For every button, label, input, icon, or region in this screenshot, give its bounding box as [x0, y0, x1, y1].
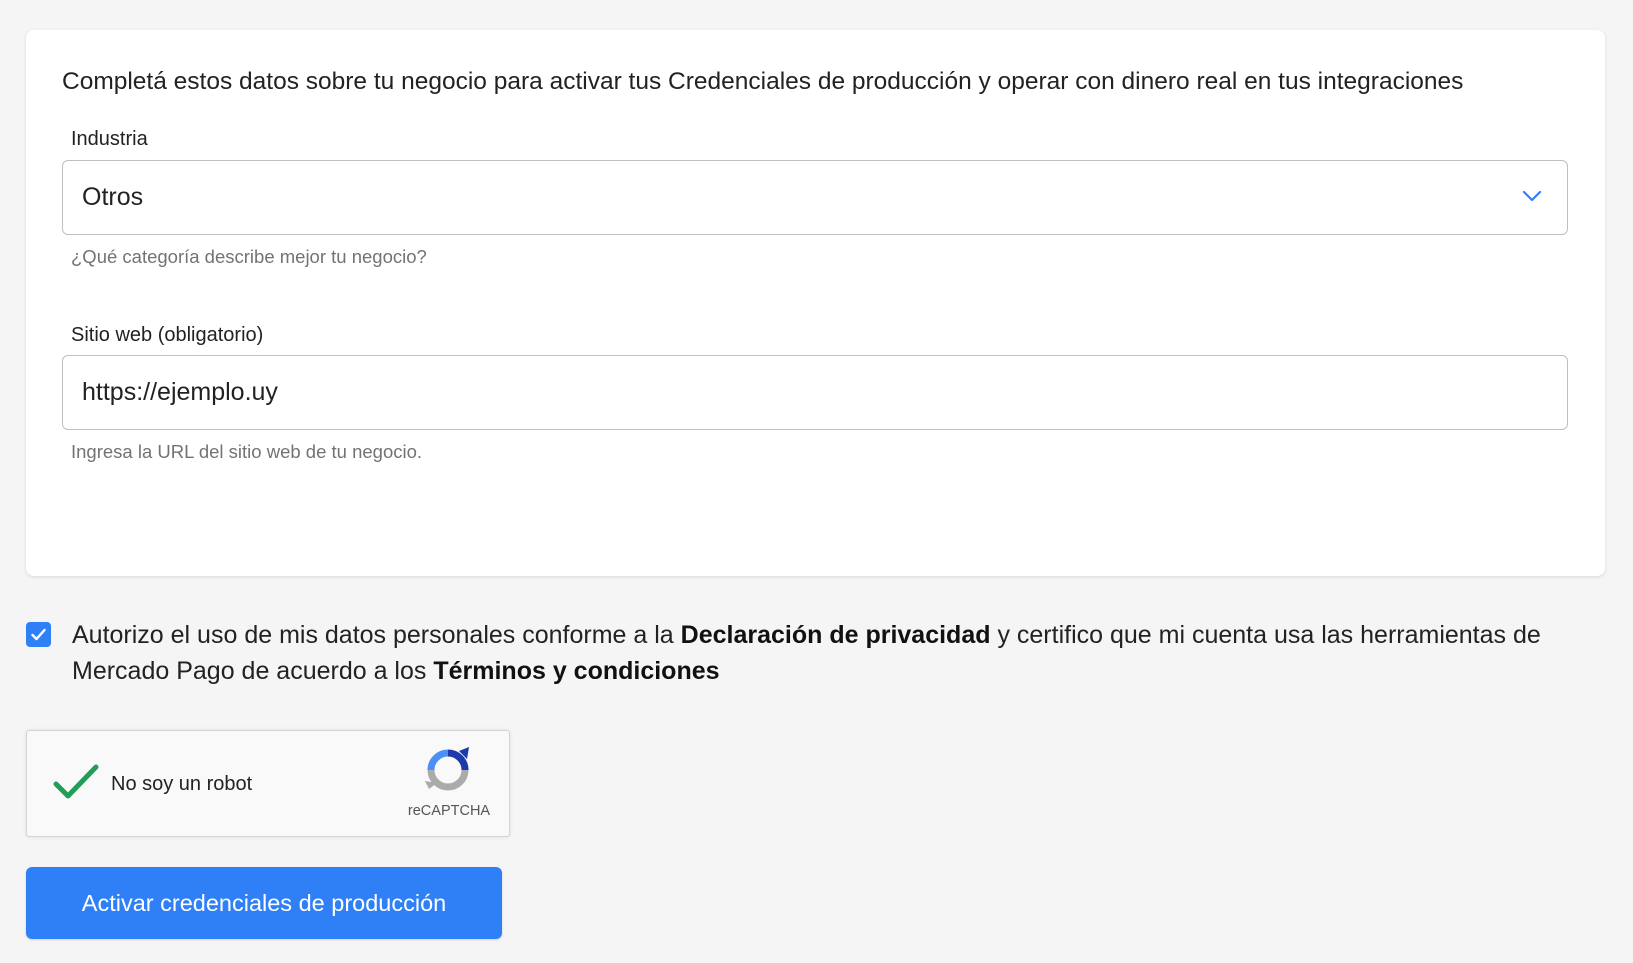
recaptcha-label: No soy un robot	[111, 773, 253, 795]
terms-conditions-link[interactable]: Términos y condiciones	[433, 657, 719, 685]
recaptcha-widget: No soy un robot reCAPTCHA	[26, 730, 510, 837]
checkmark-icon	[31, 628, 46, 641]
consent-text-part1: Autorizo el uso de mis datos personales …	[72, 621, 681, 649]
website-input[interactable]	[63, 356, 1567, 429]
industry-label: Industria	[71, 128, 148, 150]
industry-select[interactable]: Otros	[62, 160, 1568, 235]
website-label: Sitio web (obligatorio)	[71, 324, 264, 346]
recaptcha-brand-text: reCAPTCHA	[407, 803, 491, 819]
consent-text: Autorizo el uso de mis datos personales …	[72, 617, 1602, 689]
website-helper-text: Ingresa la URL del sitio web de tu negoc…	[71, 441, 423, 462]
industry-selected-value: Otros	[82, 183, 144, 211]
chevron-down-icon	[1522, 190, 1542, 202]
activate-credentials-button[interactable]: Activar credenciales de producción	[26, 867, 502, 939]
business-data-card: Completá estos datos sobre tu negocio pa…	[26, 30, 1605, 576]
consent-checkbox[interactable]	[26, 622, 51, 647]
form-intro-text: Completá estos datos sobre tu negocio pa…	[62, 68, 1464, 95]
industry-helper-text: ¿Qué categoría describe mejor tu negocio…	[71, 246, 427, 267]
recaptcha-logo-icon	[425, 747, 469, 791]
recaptcha-checkmark-icon[interactable]	[53, 763, 99, 801]
website-field	[62, 355, 1568, 430]
privacy-declaration-link[interactable]: Declaración de privacidad	[681, 621, 991, 649]
